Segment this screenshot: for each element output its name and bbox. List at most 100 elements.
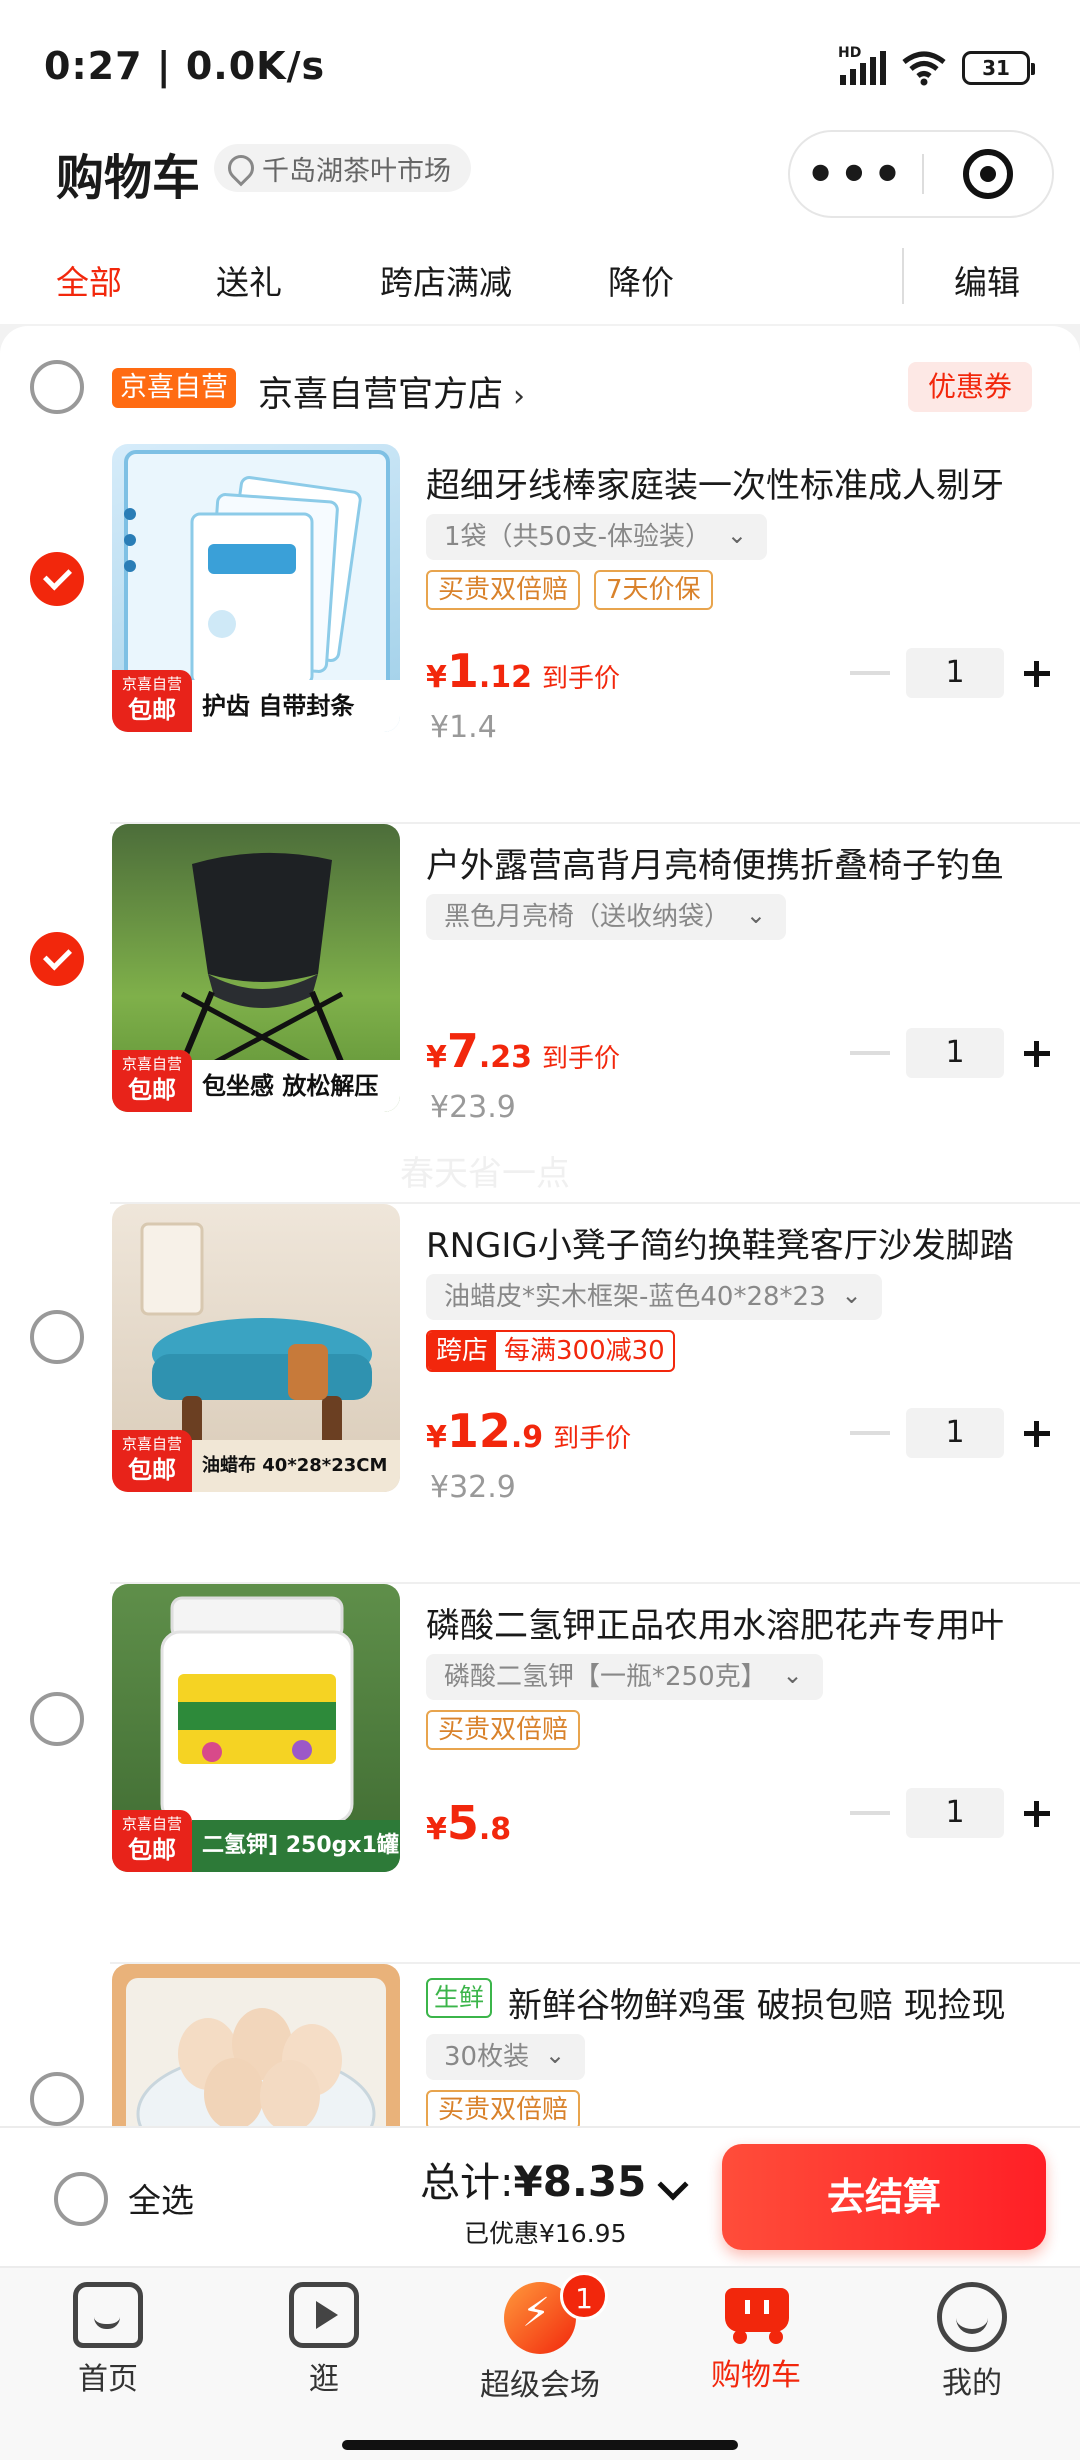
item-checkbox[interactable] xyxy=(30,1692,84,1746)
location-label: 千岛湖茶叶市场 xyxy=(262,155,451,187)
promo-badges: 买贵双倍赔 xyxy=(426,1710,581,1750)
decrease-button[interactable] xyxy=(850,671,890,675)
nav-cart[interactable]: 购物车 xyxy=(666,2282,846,2394)
jx-free-shipping-tag: 京喜自营 包邮 xyxy=(112,670,192,732)
edit-button[interactable]: 编辑 xyxy=(954,256,1020,304)
final-price: ¥7.23 到手价 xyxy=(426,1024,621,1078)
cart-item: 生鲜 新鲜谷物鲜鸡蛋 破损包赔 现捡现 30枚装 ⌄ 买贵双倍赔 xyxy=(0,1964,1080,2126)
home-icon xyxy=(73,2282,143,2348)
promo-badges: 买贵双倍赔 xyxy=(426,2090,581,2126)
quantity-input[interactable]: 1 xyxy=(906,1408,1004,1458)
product-image[interactable] xyxy=(112,1964,400,2126)
quantity-input[interactable]: 1 xyxy=(906,1028,1004,1078)
jx-free-shipping-tag: 京喜自营 包邮 xyxy=(112,1810,192,1872)
chevron-down-icon: ⌄ xyxy=(745,901,767,929)
home-indicator xyxy=(342,2440,738,2450)
shop-checkbox[interactable] xyxy=(30,360,84,414)
close-button[interactable] xyxy=(924,149,1052,199)
decrease-button[interactable] xyxy=(850,1431,890,1435)
cart-icon xyxy=(719,2282,793,2344)
network-type: HD xyxy=(838,45,862,61)
select-all-checkbox[interactable] xyxy=(54,2172,108,2226)
product-title[interactable]: 磷酸二氢钾正品农用水溶肥花卉专用叶 xyxy=(426,1598,1056,1647)
spec-selector[interactable]: 磷酸二氢钾【一瓶*250克】 ⌄ xyxy=(426,1654,823,1700)
spec-selector[interactable]: 油蜡皮*实木框架-蓝色40*28*23 ⌄ xyxy=(426,1274,882,1320)
increase-button[interactable] xyxy=(1012,1789,1060,1837)
product-image[interactable]: 京喜自营 包邮 油蜡布 40*28*23CM xyxy=(112,1204,400,1492)
select-all-label[interactable]: 全选 xyxy=(128,2174,194,2222)
location-selector[interactable]: 千岛湖茶叶市场 xyxy=(214,144,471,192)
chevron-down-icon: ⌄ xyxy=(726,521,748,549)
tab-price-drop[interactable]: 降价 xyxy=(608,256,674,304)
final-price: ¥1.12 到手价 xyxy=(426,644,621,698)
spec-selector[interactable]: 1袋（共50支-体验装） ⌄ xyxy=(426,514,768,560)
product-title[interactable]: RNGIG小凳子简约换鞋凳客厅沙发脚踏 xyxy=(426,1218,1056,1267)
close-target-icon xyxy=(963,149,1013,199)
shop-name-link[interactable]: 京喜自营官方店 › xyxy=(258,366,525,417)
total-price: 总计:¥8.35 xyxy=(420,2157,647,2206)
product-title[interactable]: 新鲜谷物鲜鸡蛋 破损包赔 现捡现 xyxy=(508,1978,1058,2027)
eggs-illustration xyxy=(126,1978,386,2126)
product-image[interactable]: 京喜自营 包邮 包坐感 放松解压 xyxy=(112,824,400,1112)
chevron-down-icon: ⌄ xyxy=(841,1281,862,1309)
cross-store-discount-badge: 跨店 每满300减30 xyxy=(426,1330,675,1372)
nav-browse[interactable]: 逛 xyxy=(234,2282,414,2398)
quantity-stepper: 1 xyxy=(850,1408,1060,1458)
signal-icon: HD xyxy=(838,45,886,85)
saved-amount: 已优惠¥16.95 xyxy=(464,2219,627,2248)
checkout-button[interactable]: 去结算 xyxy=(722,2144,1046,2250)
product-image-banner: 油蜡布 40*28*23CM xyxy=(192,1440,400,1492)
nav-home[interactable]: 首页 xyxy=(18,2282,198,2398)
promo-badges: 跨店 每满300减30 xyxy=(426,1330,675,1372)
more-menu-button[interactable]: ••• xyxy=(790,130,922,218)
quantity-stepper: 1 xyxy=(850,648,1060,698)
coupon-button[interactable]: 优惠券 xyxy=(907,362,1032,412)
item-checkbox[interactable] xyxy=(30,932,84,986)
fresh-badge: 生鲜 xyxy=(426,1978,493,2018)
status-icons: HD 31 xyxy=(838,45,1035,86)
item-checkbox[interactable] xyxy=(30,552,84,606)
tab-gift[interactable]: 送礼 xyxy=(216,256,282,304)
item-checkbox[interactable] xyxy=(30,1310,84,1364)
quantity-stepper: 1 xyxy=(850,1788,1060,1838)
decrease-button[interactable] xyxy=(850,1811,890,1815)
final-price: ¥12.9 到手价 xyxy=(426,1404,632,1458)
chevron-down-icon: ⌄ xyxy=(782,1661,803,1689)
jx-free-shipping-tag: 京喜自营 包邮 xyxy=(112,1050,192,1112)
price-guarantee-badge: 买贵双倍赔 xyxy=(426,1710,581,1750)
spec-selector[interactable]: 黑色月亮椅（送收纳袋） ⌄ xyxy=(426,894,787,940)
product-image-banner: 护齿 自带封条 xyxy=(192,680,400,732)
product-title[interactable]: 户外露营高背月亮椅便携折叠椅子钓鱼 xyxy=(426,838,1056,887)
product-image[interactable]: 京喜自营 包邮 二氢钾] 250gx1罐 xyxy=(112,1584,400,1872)
chevron-down-icon: ⌄ xyxy=(544,2041,566,2069)
filter-tabs: 全部 送礼 跨店满减 降价 编辑 xyxy=(0,240,1080,324)
price-protect-badge: 7天价保 xyxy=(594,570,713,610)
final-price: ¥5.8 xyxy=(426,1796,512,1850)
smiley-profile-icon xyxy=(937,2282,1007,2352)
quantity-input[interactable]: 1 xyxy=(906,1788,1004,1838)
item-checkbox[interactable] xyxy=(30,2072,84,2126)
chevron-right-icon: › xyxy=(513,379,526,414)
increase-button[interactable] xyxy=(1012,649,1060,697)
decrease-button[interactable] xyxy=(850,1051,890,1055)
increase-button[interactable] xyxy=(1012,1029,1060,1077)
price-detail-chevron-icon[interactable] xyxy=(657,2169,689,2201)
increase-button[interactable] xyxy=(1012,1409,1060,1457)
notification-badge: 1 xyxy=(560,2272,608,2320)
shop-badge: 京喜自营 xyxy=(112,368,236,408)
product-image-banner: 包坐感 放松解压 xyxy=(192,1060,400,1112)
page-title: 购物车 xyxy=(56,150,201,206)
tab-cross-store[interactable]: 跨店满减 xyxy=(380,256,512,304)
spec-selector[interactable]: 30枚装 ⌄ xyxy=(426,2034,586,2080)
tab-all[interactable]: 全部 xyxy=(56,256,122,304)
product-image[interactable]: 京喜自营 包邮 护齿 自带封条 xyxy=(112,444,400,732)
watermark: 春天省一点 xyxy=(400,1154,570,1194)
miniprogram-capsule: ••• xyxy=(788,130,1054,218)
product-title[interactable]: 超细牙线棒家庭装一次性标准成人剔牙 xyxy=(426,458,1056,507)
nav-me[interactable]: 我的 xyxy=(882,2282,1062,2402)
quantity-stepper: 1 xyxy=(850,1028,1060,1078)
jx-free-shipping-tag: 京喜自营 包邮 xyxy=(112,1430,192,1492)
quantity-input[interactable]: 1 xyxy=(906,648,1004,698)
product-image-banner: 二氢钾] 250gx1罐 xyxy=(192,1820,400,1872)
cart-item: 京喜自营 包邮 二氢钾] 250gx1罐 磷酸二氢钾正品农用水溶肥花卉专用叶 磷酸… xyxy=(0,1584,1080,1964)
